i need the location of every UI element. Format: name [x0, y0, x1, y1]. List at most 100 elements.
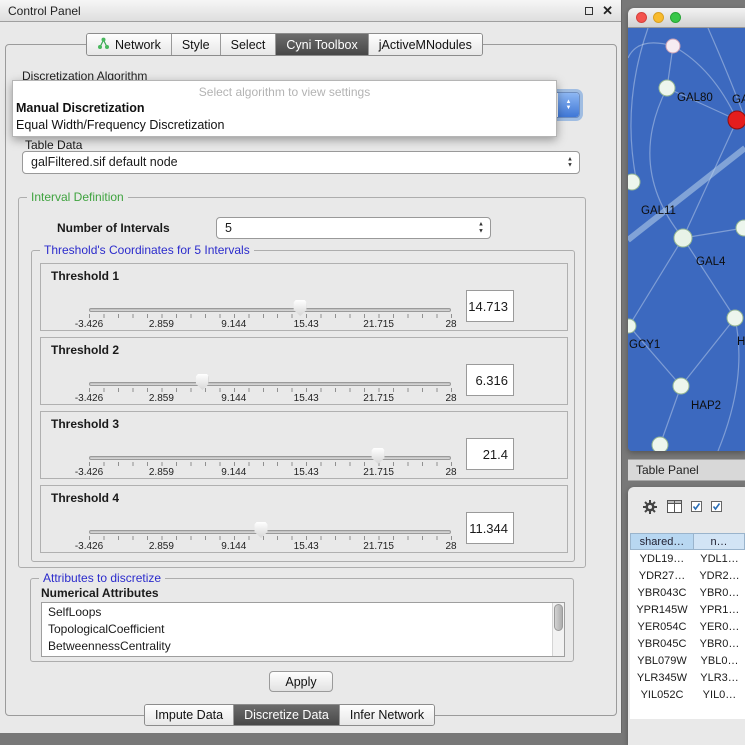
- network-node[interactable]: [673, 378, 689, 394]
- cell-name[interactable]: YPR1…: [694, 604, 745, 616]
- zoom-window-icon[interactable]: [670, 12, 681, 23]
- close-window-icon[interactable]: [636, 12, 647, 23]
- scale-tick-label: 28: [445, 319, 456, 330]
- slider-scale: -3.4262.8599.14415.4321.71528: [89, 467, 451, 479]
- network-canvas[interactable]: GAL80 GA GAL11 GAL4 GCY1 HAP2 H: [628, 28, 745, 451]
- threshold-coordinates-group: Threshold's Coordinates for 5 Intervals …: [31, 250, 575, 562]
- scale-tick-label: 15.43: [294, 319, 319, 330]
- popup-prompt: Select algorithm to view settings: [13, 85, 556, 100]
- cell-name[interactable]: YIL0…: [694, 689, 745, 701]
- cell-shared-name[interactable]: YER054C: [630, 621, 694, 633]
- slider-scale: -3.4262.8599.14415.4321.71528: [89, 319, 451, 331]
- cell-name[interactable]: YBR0…: [694, 638, 745, 650]
- scale-tick-label: 15.43: [294, 393, 319, 404]
- cell-shared-name[interactable]: YBL079W: [630, 655, 694, 667]
- table-row[interactable]: YIL052C YIL0…: [630, 686, 745, 703]
- cell-shared-name[interactable]: YIL052C: [630, 689, 694, 701]
- number-of-intervals-select[interactable]: 5 ▲▼: [216, 217, 491, 239]
- network-node[interactable]: [628, 319, 636, 333]
- cell-name[interactable]: YDR2…: [694, 570, 745, 582]
- cell-name[interactable]: YLR3…: [694, 672, 745, 684]
- column-header-name[interactable]: n…: [694, 533, 745, 550]
- network-node[interactable]: [666, 39, 680, 53]
- numerical-attributes-list[interactable]: SelfLoopsTopologicalCoefficientBetweenne…: [41, 602, 565, 657]
- cell-name[interactable]: YBL0…: [694, 655, 745, 667]
- close-window-icon[interactable]: ✕: [602, 5, 613, 17]
- table-toolbar: [628, 493, 745, 523]
- tab-network[interactable]: Network: [87, 34, 172, 55]
- network-node[interactable]: [628, 174, 640, 190]
- slider-track[interactable]: [89, 456, 451, 460]
- table-row[interactable]: YBR045C YBR0…: [630, 635, 745, 652]
- cell-shared-name[interactable]: YDL19…: [630, 553, 694, 565]
- cell-name[interactable]: YER0…: [694, 621, 745, 633]
- threshold-1-value-field[interactable]: 14.713: [466, 290, 514, 322]
- table-data-select[interactable]: galFiltered.sif default node ▲▼: [22, 151, 580, 174]
- slider-ticks: [89, 536, 452, 540]
- scale-tick-label: 9.144: [221, 319, 246, 330]
- tab-jactivemnodules[interactable]: jActiveMNodules: [369, 34, 482, 55]
- select-all-checkbox-icon[interactable]: [691, 501, 702, 515]
- scale-tick-label: -3.426: [75, 319, 103, 330]
- columns-icon[interactable]: [667, 500, 682, 516]
- table-row[interactable]: YDR27… YDR2…: [630, 567, 745, 584]
- threshold-1-slider[interactable]: -3.4262.8599.14415.4321.71528: [89, 264, 455, 330]
- apply-button[interactable]: Apply: [269, 671, 333, 692]
- attributes-group-title: Attributes to discretize: [39, 571, 165, 585]
- tab-infer-network[interactable]: Infer Network: [340, 705, 434, 725]
- list-item[interactable]: TopologicalCoefficient: [48, 621, 564, 638]
- column-header-shared-name[interactable]: shared…: [630, 533, 694, 550]
- table-row[interactable]: YPR145W YPR1…: [630, 601, 745, 618]
- threshold-3-value-field[interactable]: 21.4: [466, 438, 514, 470]
- network-node[interactable]: [659, 80, 675, 96]
- table-row[interactable]: YBL079W YBL0…: [630, 652, 745, 669]
- network-node[interactable]: [727, 310, 743, 326]
- highlighted-edge[interactable]: [628, 148, 745, 240]
- list-scrollbar[interactable]: [552, 603, 564, 656]
- threshold-2-slider[interactable]: -3.4262.8599.14415.4321.71528: [89, 338, 455, 404]
- table-row[interactable]: YLR345W YLR3…: [630, 669, 745, 686]
- tab-impute-data[interactable]: Impute Data: [145, 705, 234, 725]
- popup-item-equal-width-frequency[interactable]: Equal Width/Frequency Discretization: [13, 117, 556, 134]
- slider-track[interactable]: [89, 530, 451, 534]
- tab-discretize-data[interactable]: Discretize Data: [234, 705, 340, 725]
- selected-node[interactable]: [728, 111, 745, 129]
- cell-shared-name[interactable]: YBR043C: [630, 587, 694, 599]
- table-row[interactable]: YDL19… YDL1…: [630, 550, 745, 567]
- slider-track[interactable]: [89, 382, 451, 386]
- popup-item-manual-discretization[interactable]: Manual Discretization: [13, 100, 556, 117]
- float-window-icon[interactable]: [585, 7, 593, 15]
- threshold-4-slider[interactable]: -3.4262.8599.14415.4321.71528: [89, 486, 455, 552]
- network-node[interactable]: [736, 220, 745, 236]
- cell-shared-name[interactable]: YBR045C: [630, 638, 694, 650]
- select-none-checkbox-icon[interactable]: [711, 501, 722, 515]
- cell-name[interactable]: YDL1…: [694, 553, 745, 565]
- network-node[interactable]: [674, 229, 692, 247]
- table-row[interactable]: YER054C YER0…: [630, 618, 745, 635]
- node-label: GAL4: [696, 256, 726, 268]
- scale-tick-label: 21.715: [363, 467, 394, 478]
- threshold-4-value-field[interactable]: 11.344: [466, 512, 514, 544]
- slider-track[interactable]: [89, 308, 451, 312]
- control-panel-window: Control Panel ✕ Network Style Select Cyn…: [0, 0, 622, 733]
- list-item[interactable]: SelfLoops: [48, 604, 564, 621]
- combo-dropdown-icon: ▲▼: [558, 93, 579, 117]
- slider-ticks: [89, 314, 452, 318]
- tab-cyni-toolbox[interactable]: Cyni Toolbox: [276, 34, 368, 55]
- minimize-window-icon[interactable]: [653, 12, 664, 23]
- cell-shared-name[interactable]: YPR145W: [630, 604, 694, 616]
- node-label: HAP2: [691, 400, 721, 412]
- scrollbar-thumb[interactable]: [554, 604, 563, 631]
- threshold-3-slider[interactable]: -3.4262.8599.14415.4321.71528: [89, 412, 455, 478]
- threshold-2-value-field[interactable]: 6.316: [466, 364, 514, 396]
- list-item[interactable]: BetweennessCentrality: [48, 638, 564, 655]
- tab-label: Impute Data: [155, 708, 223, 722]
- tab-select[interactable]: Select: [221, 34, 277, 55]
- cell-shared-name[interactable]: YDR27…: [630, 570, 694, 582]
- tab-style[interactable]: Style: [172, 34, 221, 55]
- cell-name[interactable]: YBR0…: [694, 587, 745, 599]
- network-node[interactable]: [652, 437, 668, 451]
- cell-shared-name[interactable]: YLR345W: [630, 672, 694, 684]
- gear-icon[interactable]: [642, 499, 658, 518]
- table-row[interactable]: YBR043C YBR0…: [630, 584, 745, 601]
